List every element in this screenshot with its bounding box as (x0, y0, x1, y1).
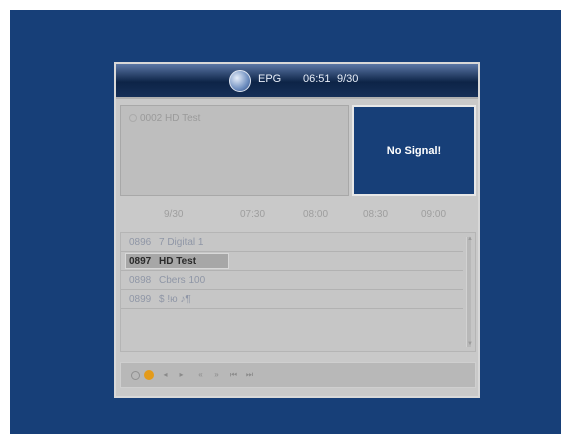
channel-name: Cbers 100 (159, 275, 206, 286)
channel-row[interactable]: 0898 Cbers 100 (121, 271, 463, 290)
next-icon[interactable]: ▸ (177, 370, 186, 379)
channel-name: 7 Digital 1 (159, 237, 204, 248)
timeline-slot: 08:30 (363, 209, 389, 220)
fast-forward-icon[interactable]: » (212, 370, 221, 379)
clock-time: 06:51 (303, 73, 331, 85)
clock-date: 9/30 (337, 73, 359, 85)
footer-bar: ◂ ▸ « » ⏮ ⏭ (120, 362, 476, 388)
title-bar: EPG 06:51 9/30 (116, 64, 478, 99)
info-channel-label: 0002 HD Test (140, 113, 201, 124)
epg-title: EPG (258, 73, 282, 85)
video-preview: No Signal! (352, 105, 476, 196)
channel-grid: 0896 7 Digital 1 0897 HD Test 0898 Cbers… (120, 232, 476, 352)
prev-icon[interactable]: ◂ (161, 370, 170, 379)
skip-back-icon[interactable]: ⏮ (229, 370, 238, 379)
info-channel-line: 0002 HD Test (129, 113, 200, 124)
channel-row[interactable]: 0899 $ !ю ♪¶ (121, 290, 463, 309)
channel-name: $ !ю ♪¶ (159, 294, 191, 305)
program-info-box: 0002 HD Test (120, 105, 349, 196)
scrollbar[interactable] (466, 237, 471, 347)
channel-number: 0899 (129, 294, 152, 305)
channel-number: 0896 (129, 237, 152, 248)
search-icon[interactable] (131, 371, 140, 380)
timeline-slot: 08:00 (303, 209, 329, 220)
channel-number: 0897 (129, 256, 152, 267)
timeline-header: 9/30 07:30 08:00 08:30 09:00 (116, 209, 478, 225)
rewind-icon[interactable]: « (196, 370, 205, 379)
channel-number: 0898 (129, 275, 152, 286)
epg-panel: EPG 06:51 9/30 0002 HD Test No Signal! 9… (114, 62, 480, 398)
timeline-slot: 07:30 (240, 209, 266, 220)
skip-forward-icon[interactable]: ⏭ (245, 370, 254, 379)
channel-row[interactable]: 0896 7 Digital 1 (121, 233, 463, 252)
no-signal-text: No Signal! (386, 145, 442, 157)
scroll-down-icon[interactable]: ▼ (467, 341, 473, 347)
channel-name: HD Test (159, 256, 197, 267)
info-dot-icon (129, 114, 137, 123)
ok-icon[interactable] (144, 370, 154, 380)
globe-icon (229, 70, 251, 92)
scroll-up-icon[interactable]: ▲ (467, 236, 473, 242)
tv-screen: EPG 06:51 9/30 0002 HD Test No Signal! 9… (10, 10, 561, 434)
timeline-date: 9/30 (164, 209, 184, 220)
channel-row-selected[interactable]: 0897 HD Test (121, 252, 463, 271)
timeline-slot: 09:00 (421, 209, 447, 220)
